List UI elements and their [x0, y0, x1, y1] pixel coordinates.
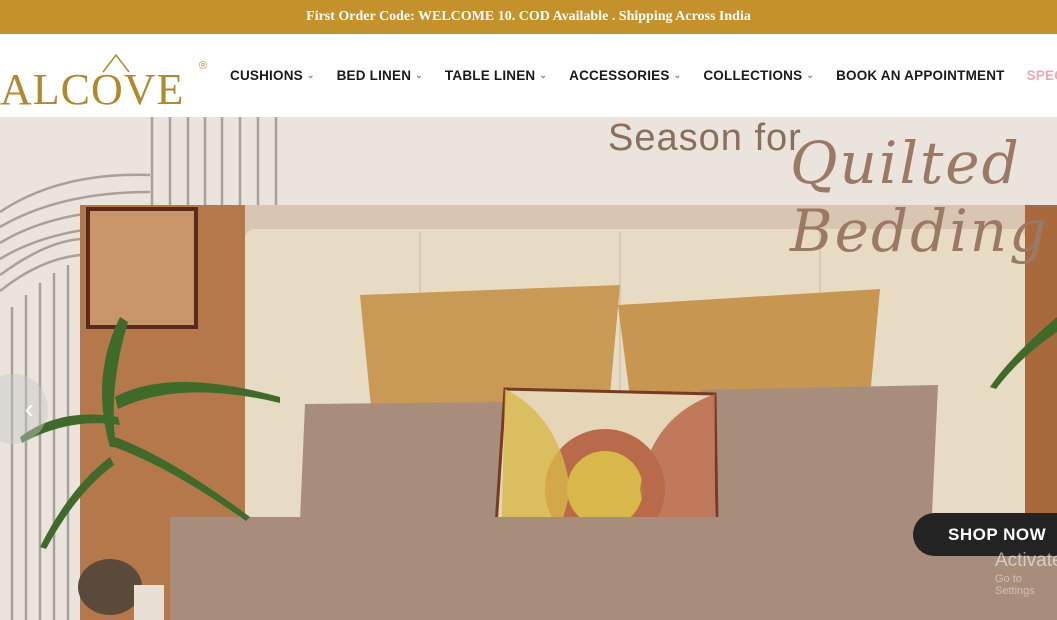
hero-headline: Season for	[608, 117, 802, 159]
site-header: ALCOVE ® CUSHIONS ⌄ BED LINEN ⌄ TABLE LINE…	[0, 34, 1057, 117]
nav-item-bed-linen[interactable]: BED LINEN ⌄	[337, 68, 423, 83]
announcement-text: First Order Code: WELCOME 10. COD Availa…	[306, 9, 751, 24]
nav-label: SPECIAL PRICES	[1026, 68, 1057, 83]
nav-item-table-linen[interactable]: TABLE LINEN ⌄	[445, 68, 547, 83]
nav-label: ACCESSORIES	[569, 68, 670, 83]
nav-item-collections[interactable]: COLLECTIONS ⌄	[703, 68, 814, 83]
logo-registered-mark: ®	[199, 60, 208, 72]
hero-slider[interactable]: Season for Quilted Bedding ‹ SHOP NOW Ac…	[0, 117, 1057, 620]
chevron-down-icon: ⌄	[306, 70, 315, 80]
activation-watermark-sub: Go to Settings	[995, 573, 1035, 597]
logo[interactable]: ALCOVE ®	[0, 48, 215, 112]
chevron-down-icon: ⌄	[673, 70, 682, 80]
nav-label: BED LINEN	[336, 68, 412, 83]
nav-item-book-appointment[interactable]: BOOK AN APPOINTMENT	[836, 68, 1005, 83]
nav-label: COLLECTIONS	[703, 68, 803, 83]
logo-text: ALCOVE	[0, 65, 185, 114]
announcement-bar: First Order Code: WELCOME 10. COD Availa…	[0, 0, 1057, 34]
nav-item-cushions[interactable]: CUSHIONS ⌄	[230, 68, 315, 83]
hero-script-title: Quilted Bedding	[790, 129, 1049, 265]
nav-item-accessories[interactable]: ACCESSORIES ⌄	[569, 68, 681, 83]
activation-watermark: Activate	[995, 550, 1057, 571]
chevron-down-icon: ⌄	[806, 70, 815, 80]
chevron-down-icon: ⌄	[539, 70, 548, 80]
chevron-left-icon: ‹	[24, 393, 34, 424]
shop-now-label: SHOP NOW	[948, 524, 1047, 544]
nav-label: TABLE LINEN	[444, 68, 536, 83]
nav-item-special-prices[interactable]: SPECIAL PRICES	[1027, 68, 1057, 83]
chevron-down-icon: ⌄	[415, 70, 423, 80]
main-nav: CUSHIONS ⌄ BED LINEN ⌄ TABLE LINEN ⌄ ACCESS…	[230, 34, 1057, 117]
nav-label: BOOK AN APPOINTMENT	[836, 68, 1005, 83]
nav-label: CUSHIONS	[230, 68, 303, 83]
